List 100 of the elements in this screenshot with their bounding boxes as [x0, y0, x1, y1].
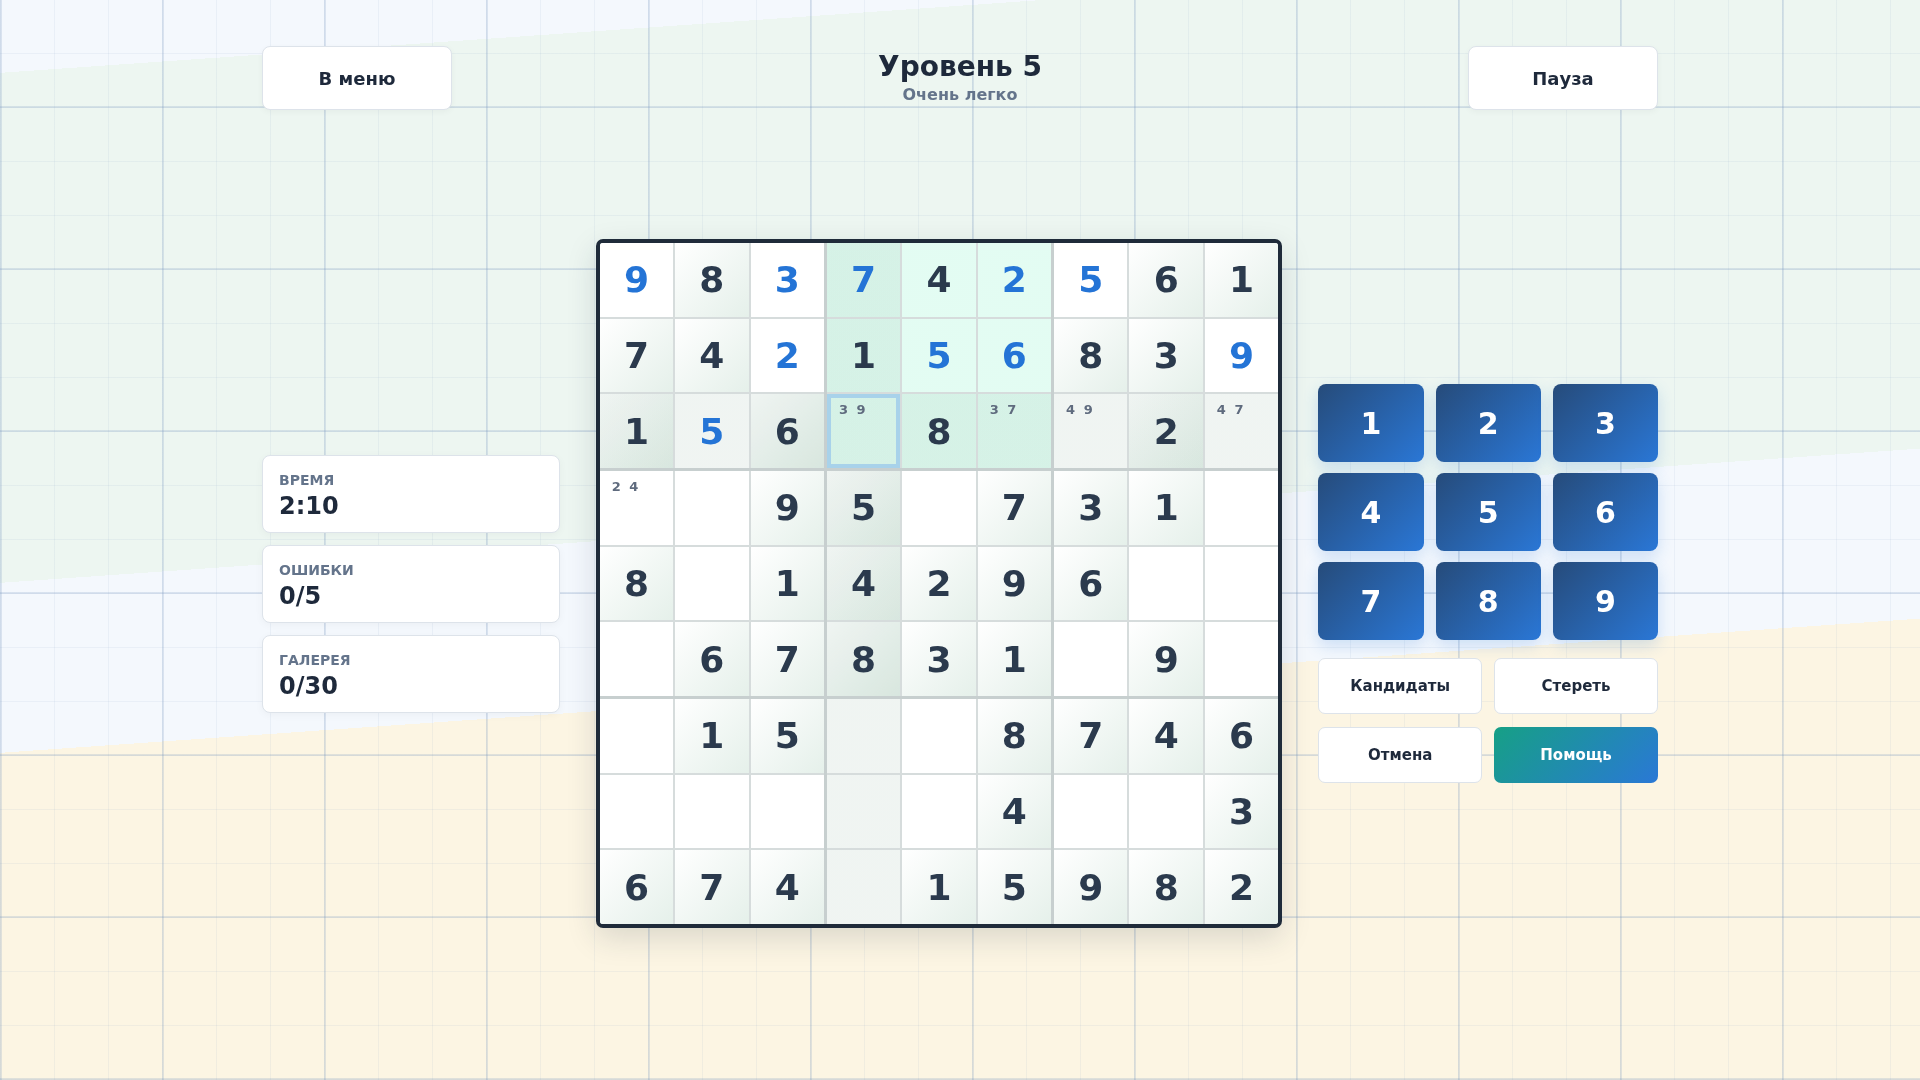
- sudoku-cell[interactable]: 8: [1129, 850, 1203, 924]
- sudoku-cell[interactable]: 7: [977, 471, 1052, 545]
- sudoku-cell[interactable]: 6: [1054, 546, 1128, 621]
- sudoku-cell[interactable]: [826, 850, 901, 924]
- sudoku-cell[interactable]: 9: [750, 471, 824, 545]
- action-button[interactable]: Кандидаты: [1318, 658, 1483, 714]
- sudoku-cell[interactable]: 1: [675, 699, 749, 773]
- sudoku-cell[interactable]: 9: [1054, 850, 1128, 924]
- sudoku-cell[interactable]: 4: [750, 850, 824, 924]
- number-key[interactable]: 8: [1435, 562, 1541, 640]
- pause-button[interactable]: Пауза: [1468, 46, 1658, 110]
- sudoku-cell[interactable]: [1204, 546, 1279, 621]
- sudoku-cell[interactable]: 1: [1129, 471, 1203, 545]
- sudoku-cell[interactable]: 8: [826, 622, 901, 696]
- sudoku-cell[interactable]: [902, 774, 976, 849]
- sudoku-cell[interactable]: 5: [826, 471, 901, 545]
- sudoku-cell[interactable]: 7: [826, 243, 901, 317]
- number-key[interactable]: 3: [1552, 384, 1658, 462]
- sudoku-cell[interactable]: 7: [750, 622, 824, 696]
- sudoku-cell[interactable]: [750, 774, 824, 849]
- sudoku-cell[interactable]: 4 7: [1204, 394, 1279, 468]
- menu-button[interactable]: В меню: [262, 46, 452, 110]
- sudoku-cell[interactable]: 4: [977, 774, 1052, 849]
- sudoku-cell[interactable]: 4: [675, 318, 749, 393]
- sudoku-cell[interactable]: 7: [1054, 699, 1128, 773]
- sudoku-cell[interactable]: 9: [1129, 622, 1203, 696]
- sudoku-cell[interactable]: 3: [902, 622, 976, 696]
- sudoku-cell[interactable]: [675, 546, 749, 621]
- sudoku-cell[interactable]: [599, 622, 674, 696]
- sudoku-cell[interactable]: [1204, 622, 1279, 696]
- sudoku-cell[interactable]: 5: [902, 318, 976, 393]
- sudoku-cell[interactable]: [1054, 774, 1128, 849]
- sudoku-cell[interactable]: 6: [1204, 699, 1279, 773]
- sudoku-cell[interactable]: 3 7: [977, 394, 1052, 468]
- sudoku-cell[interactable]: 3: [1129, 318, 1203, 393]
- sudoku-cell[interactable]: [1204, 471, 1279, 545]
- number-key[interactable]: 2: [1435, 384, 1541, 462]
- sudoku-cell[interactable]: 5: [675, 394, 749, 468]
- sudoku-cell[interactable]: 9: [599, 243, 674, 317]
- number-key[interactable]: 6: [1552, 473, 1658, 551]
- sudoku-cell[interactable]: 3: [1054, 471, 1128, 545]
- sudoku-cell[interactable]: 4: [826, 546, 901, 621]
- number-key[interactable]: 1: [1318, 384, 1424, 462]
- sudoku-cell[interactable]: 1: [599, 394, 674, 468]
- sudoku-cell[interactable]: 2: [1204, 850, 1279, 924]
- action-button[interactable]: Отмена: [1318, 727, 1483, 783]
- sudoku-cell[interactable]: 6: [1129, 243, 1203, 317]
- sudoku-cell[interactable]: 2 4: [599, 471, 674, 545]
- number-key[interactable]: 5: [1435, 473, 1541, 551]
- sudoku-cell[interactable]: 8: [599, 546, 674, 621]
- sudoku-cell[interactable]: 2: [1129, 394, 1203, 468]
- sudoku-cell[interactable]: 5: [1054, 243, 1128, 317]
- sudoku-cell[interactable]: 2: [977, 243, 1052, 317]
- stat-label: ОШИБКИ: [279, 561, 354, 578]
- sudoku-cell[interactable]: [826, 699, 901, 773]
- number-key[interactable]: 7: [1318, 562, 1424, 640]
- sudoku-cell[interactable]: [902, 699, 976, 773]
- sudoku-cell[interactable]: 2: [750, 318, 824, 393]
- sudoku-cell[interactable]: 8: [675, 243, 749, 317]
- number-key[interactable]: 4: [1318, 473, 1424, 551]
- sudoku-cell[interactable]: [599, 699, 674, 773]
- sudoku-cell[interactable]: 5: [750, 699, 824, 773]
- sudoku-cell[interactable]: 8: [1054, 318, 1128, 393]
- sudoku-cell[interactable]: 7: [675, 850, 749, 924]
- sudoku-cell[interactable]: [1054, 622, 1128, 696]
- sudoku-cell[interactable]: [599, 774, 674, 849]
- sudoku-cell[interactable]: [1129, 546, 1203, 621]
- sudoku-cell[interactable]: [675, 774, 749, 849]
- sudoku-cell[interactable]: 2: [902, 546, 976, 621]
- help-button[interactable]: Помощь: [1494, 727, 1658, 783]
- sudoku-cell[interactable]: 9: [1204, 318, 1279, 393]
- sudoku-cell[interactable]: 1: [902, 850, 976, 924]
- stat-label: ВРЕМЯ: [279, 471, 335, 488]
- sudoku-cell[interactable]: 1: [977, 622, 1052, 696]
- sudoku-cell[interactable]: 1: [750, 546, 824, 621]
- sudoku-cell[interactable]: 6: [675, 622, 749, 696]
- sudoku-cell[interactable]: 6: [977, 318, 1052, 393]
- sudoku-cell[interactable]: 4 9: [1054, 394, 1128, 468]
- sudoku-cell[interactable]: 5: [977, 850, 1052, 924]
- sudoku-cell[interactable]: [1129, 774, 1203, 849]
- number-key[interactable]: 9: [1552, 562, 1658, 640]
- sudoku-cell[interactable]: 6: [750, 394, 824, 468]
- stat-value: 2:10: [279, 491, 339, 520]
- sudoku-cell[interactable]: [675, 471, 749, 545]
- sudoku-cell[interactable]: 4: [1129, 699, 1203, 773]
- sudoku-cell[interactable]: 3: [1204, 774, 1279, 849]
- sudoku-cell[interactable]: 4: [902, 243, 976, 317]
- sudoku-cell[interactable]: [826, 774, 901, 849]
- action-button[interactable]: Стереть: [1494, 658, 1658, 714]
- sudoku-cell[interactable]: 8: [977, 699, 1052, 773]
- sudoku-cell[interactable]: 7: [599, 318, 674, 393]
- sudoku-cell[interactable]: 9: [977, 546, 1052, 621]
- sudoku-cell[interactable]: 8: [902, 394, 976, 468]
- sudoku-cell[interactable]: [902, 471, 976, 545]
- sudoku-cell[interactable]: 3 9: [826, 394, 901, 468]
- stat-label: ГАЛЕРЕЯ: [279, 651, 351, 668]
- sudoku-cell[interactable]: 1: [826, 318, 901, 393]
- sudoku-cell[interactable]: 1: [1204, 243, 1279, 317]
- sudoku-cell[interactable]: 3: [750, 243, 824, 317]
- sudoku-cell[interactable]: 6: [599, 850, 674, 924]
